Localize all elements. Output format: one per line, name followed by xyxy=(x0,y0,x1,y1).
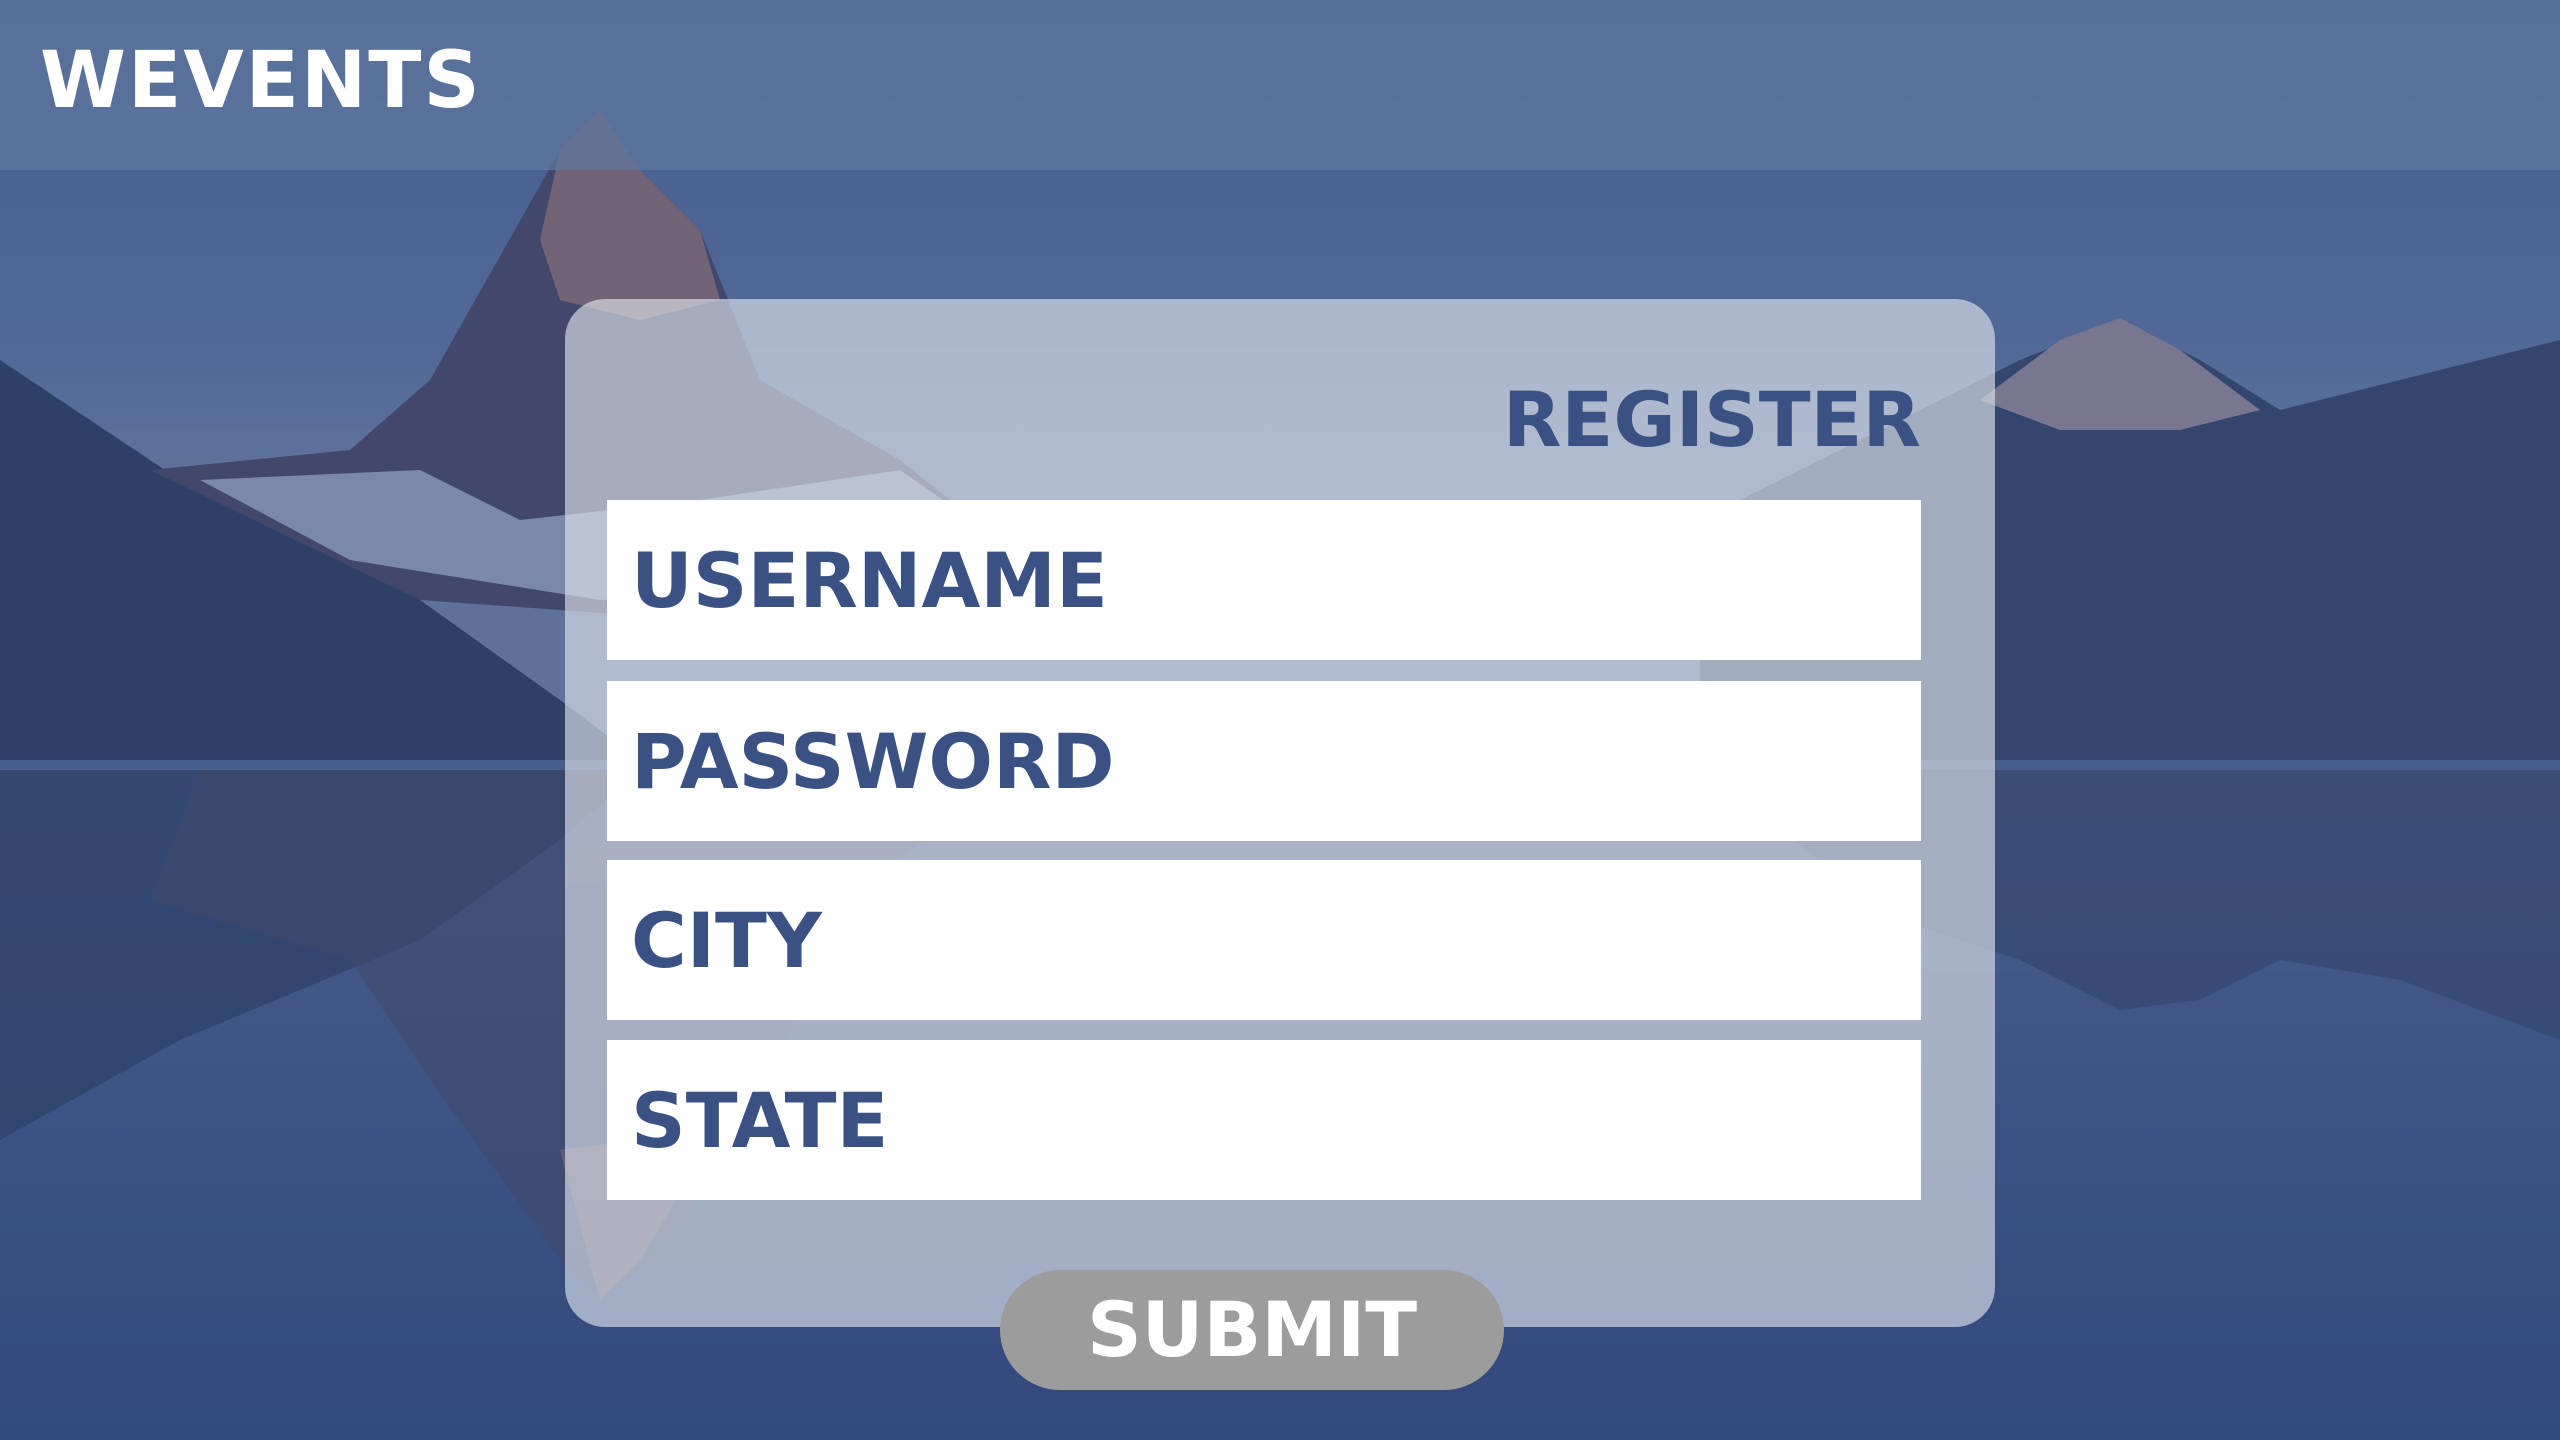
submit-button[interactable]: SUBMIT xyxy=(1000,1270,1504,1390)
top-navigation-bar: WEVENTS xyxy=(0,0,2560,170)
register-title: REGISTER xyxy=(1502,375,1921,464)
state-input[interactable] xyxy=(607,1040,1921,1200)
username-input[interactable] xyxy=(607,500,1921,660)
state-field[interactable] xyxy=(607,1040,1921,1200)
password-input[interactable] xyxy=(607,681,1921,841)
page-root: WEVENTS REGISTER SUBMIT xyxy=(0,0,2560,1440)
city-field[interactable] xyxy=(607,860,1921,1020)
username-field[interactable] xyxy=(607,500,1921,660)
city-input[interactable] xyxy=(607,860,1921,1020)
brand-logo-text[interactable]: WEVENTS xyxy=(40,42,482,120)
password-field[interactable] xyxy=(607,681,1921,841)
register-card: REGISTER xyxy=(565,299,1995,1327)
